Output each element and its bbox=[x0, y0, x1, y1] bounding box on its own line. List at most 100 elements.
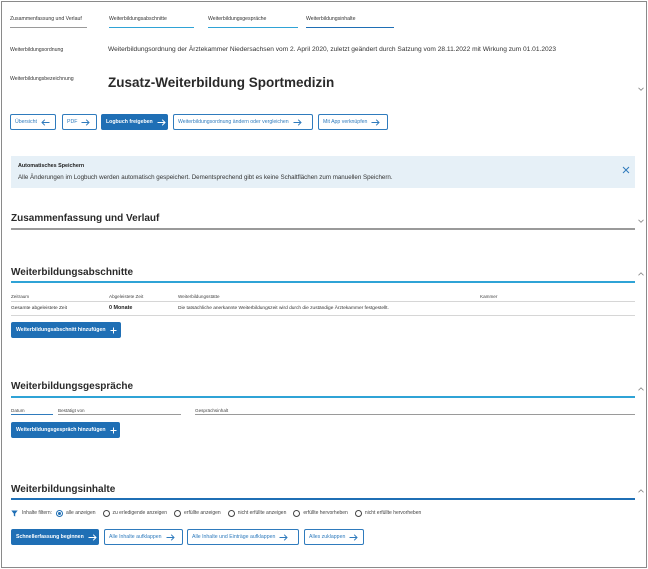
plus-icon bbox=[110, 327, 117, 334]
button-label: Alle Inhalte und Einträge aufklappen bbox=[192, 534, 276, 540]
chevron-down-icon[interactable] bbox=[638, 218, 644, 224]
tab-label: Weiterbildungsabschnitte bbox=[109, 16, 167, 22]
tab-weiterbildungsgespraeche[interactable]: Weiterbildungsgespräche bbox=[208, 14, 298, 28]
button-label: Weiterbildungsabschnitt hinzufügen bbox=[16, 327, 106, 333]
filter-option-highlight-done[interactable]: erfüllte hervorheben bbox=[293, 509, 348, 517]
add-gespraech-button[interactable]: Weiterbildungsgespräch hinzufügen bbox=[11, 422, 120, 438]
notice-title: Automatisches Speichern bbox=[18, 163, 85, 169]
link-app-button[interactable]: Mit App verknüpfen bbox=[318, 114, 388, 130]
column-header: Bestätigt von bbox=[58, 408, 85, 413]
table-cell: 0 Monate bbox=[109, 305, 133, 311]
column-header: Gesprächsinhalt bbox=[195, 408, 229, 413]
plus-icon bbox=[110, 427, 117, 434]
ordnung-label: Weiterbildungsordnung bbox=[10, 47, 64, 53]
tab-underline bbox=[306, 26, 394, 28]
tab-underline bbox=[109, 26, 194, 28]
arrow-right-icon bbox=[371, 118, 381, 126]
column-header: Kammer bbox=[480, 294, 498, 299]
column-header: Abgeleistete Zeit bbox=[109, 294, 144, 299]
tab-underline bbox=[208, 26, 298, 28]
section-inhalte-title[interactable]: Weiterbildungsinhalte bbox=[11, 484, 115, 495]
filter-option-todo[interactable]: zu erledigende anzeigen bbox=[102, 509, 168, 517]
tab-label: Zusammenfassung und Verlauf bbox=[10, 16, 82, 22]
arrow-right-icon bbox=[293, 118, 302, 126]
release-logbook-button[interactable]: Logbuch freigeben bbox=[101, 114, 168, 130]
tab-zusammenfassung[interactable]: Zusammenfassung und Verlauf bbox=[10, 14, 87, 28]
autosave-notice: Automatisches Speichern Alle Änderungen … bbox=[11, 156, 635, 188]
tab-weiterbildungsinhalte[interactable]: Weiterbildungsinhalte bbox=[306, 14, 394, 28]
section-gespraeche-title[interactable]: Weiterbildungsgespräche bbox=[11, 381, 133, 392]
add-abschnitt-button[interactable]: Weiterbildungsabschnitt hinzufügen bbox=[11, 322, 121, 338]
tab-label: Weiterbildungsgespräche bbox=[208, 16, 267, 22]
radio[interactable] bbox=[293, 509, 301, 517]
radio-selected[interactable] bbox=[56, 509, 64, 517]
arrow-right-icon bbox=[166, 533, 175, 541]
chevron-up-icon[interactable] bbox=[638, 386, 644, 392]
logbook-page: Zusammenfassung und Verlauf Weiterbildun… bbox=[1, 1, 647, 568]
radio[interactable] bbox=[174, 509, 181, 517]
button-label: Weiterbildungsgespräch hinzufügen bbox=[16, 427, 106, 433]
table-cell: Die tatsächliche anerkannte Weiterbildun… bbox=[178, 306, 389, 311]
expand-all-entries-button[interactable]: Alle Inhalte und Einträge aufklappen bbox=[187, 529, 299, 545]
section-divider bbox=[11, 498, 635, 500]
radio[interactable] bbox=[102, 509, 110, 517]
arrow-left-icon bbox=[41, 118, 50, 126]
compare-ordnung-button[interactable]: Weiterbildungsordnung ändern oder vergle… bbox=[173, 114, 313, 130]
tab-label: Weiterbildungsinhalte bbox=[306, 16, 356, 22]
button-label: Weiterbildungsordnung ändern oder vergle… bbox=[178, 119, 289, 125]
radio[interactable] bbox=[227, 509, 235, 517]
section-summary-title[interactable]: Zusammenfassung und Verlauf bbox=[11, 213, 159, 224]
expand-all-button[interactable]: Alle Inhalte aufklappen bbox=[104, 529, 183, 545]
filter-option-highlight-not-done[interactable]: nicht erfüllte hervorheben bbox=[354, 509, 421, 517]
radio-label: nicht erfüllte anzeigen bbox=[237, 510, 287, 516]
button-label: Übersicht bbox=[15, 119, 37, 125]
arrow-right-icon bbox=[88, 533, 97, 541]
section-abschnitte-title[interactable]: Weiterbildungsabschnitte bbox=[11, 267, 133, 278]
tab-weiterbildungsabschnitte[interactable]: Weiterbildungsabschnitte bbox=[109, 14, 194, 28]
page-title: Zusatz-Weiterbildung Sportmedizin bbox=[108, 75, 335, 90]
filter-option-all[interactable]: alle anzeigen bbox=[56, 509, 96, 517]
button-label: Schnellerfassung beginnen bbox=[16, 534, 84, 540]
table-header-divider bbox=[11, 301, 635, 302]
overview-button[interactable]: Übersicht bbox=[10, 114, 56, 130]
column-header: Weiterbildungsstätte bbox=[178, 294, 220, 299]
bezeichnung-label: Weiterbildungsbezeichnung bbox=[10, 76, 74, 82]
notice-body: Alle Änderungen im Logbuch werden automa… bbox=[18, 174, 393, 181]
button-label: Alle Inhalte aufklappen bbox=[109, 534, 162, 540]
table-row-divider bbox=[11, 315, 635, 316]
collapse-all-button[interactable]: Alles zuklappen bbox=[304, 529, 364, 545]
section-divider bbox=[11, 396, 635, 398]
filter-icon bbox=[11, 510, 18, 517]
section-divider bbox=[11, 281, 635, 283]
pdf-button[interactable]: PDF bbox=[62, 114, 97, 130]
arrow-right-icon bbox=[81, 118, 91, 126]
button-label: Mit App verknüpfen bbox=[323, 119, 368, 125]
radio-label: zu erledigende anzeigen bbox=[112, 510, 168, 516]
table-cell: Gesamte abgeleistete Zeit bbox=[11, 306, 67, 311]
filter-option-done[interactable]: erfüllte anzeigen bbox=[174, 509, 221, 517]
column-header: Datum bbox=[11, 408, 25, 413]
quick-entry-button[interactable]: Schnellerfassung beginnen bbox=[11, 529, 99, 545]
chevron-up-icon[interactable] bbox=[638, 271, 644, 277]
radio-label: erfüllte hervorheben bbox=[303, 510, 348, 516]
section-divider bbox=[11, 228, 635, 230]
chevron-up-icon[interactable] bbox=[638, 488, 644, 494]
radio-label: erfüllte anzeigen bbox=[184, 510, 221, 516]
column-header: Zeitraum bbox=[11, 294, 30, 299]
arrow-right-icon bbox=[157, 118, 166, 126]
arrow-right-icon bbox=[279, 533, 289, 541]
chevron-down-icon[interactable] bbox=[638, 86, 644, 92]
column-sort-indicator bbox=[11, 414, 53, 415]
arrow-right-icon bbox=[349, 533, 359, 541]
filter-label: Inhalte filtern: bbox=[22, 510, 53, 516]
tab-underline bbox=[10, 26, 87, 28]
close-icon[interactable] bbox=[622, 161, 630, 174]
ordnung-value: Weiterbildungsordnung der Ärztekammer Ni… bbox=[108, 46, 557, 53]
table-header-divider bbox=[58, 414, 181, 415]
radio[interactable] bbox=[354, 509, 362, 517]
button-label: PDF bbox=[67, 119, 78, 125]
button-label: Logbuch freigeben bbox=[106, 119, 153, 125]
filter-option-not-done[interactable]: nicht erfüllte anzeigen bbox=[227, 509, 287, 517]
section-tabs: Zusammenfassung und Verlauf Weiterbildun… bbox=[10, 14, 402, 30]
radio-label: alle anzeigen bbox=[66, 510, 96, 516]
